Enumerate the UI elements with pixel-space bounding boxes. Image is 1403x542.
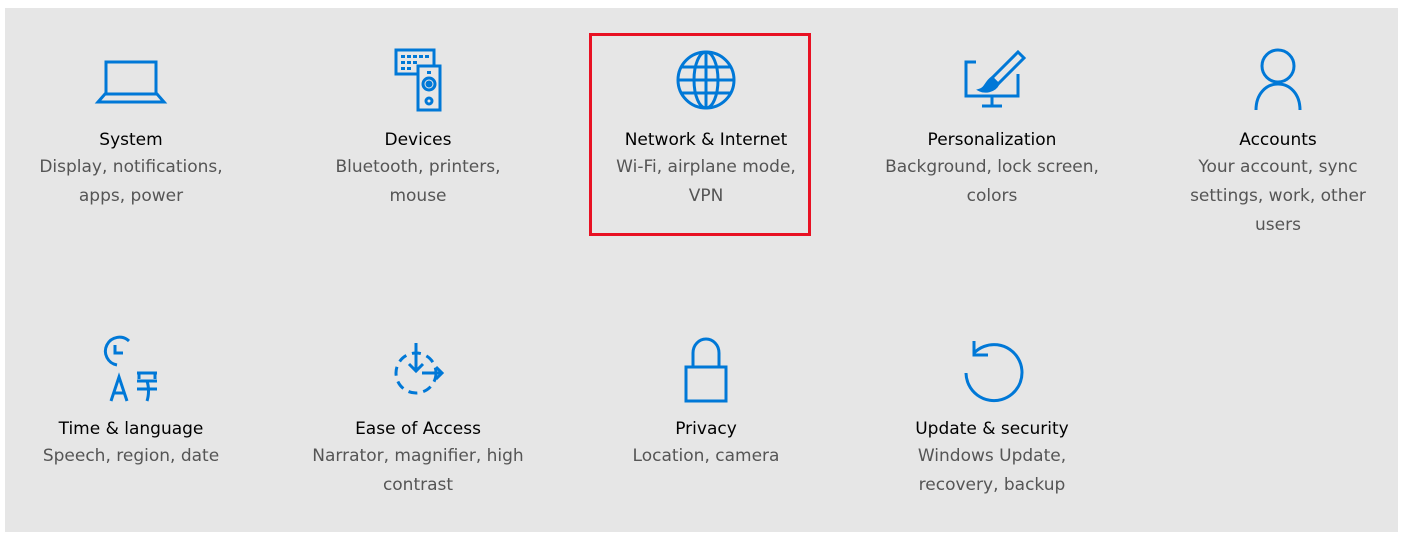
tile-title: Ease of Access [355, 419, 481, 439]
tile-description: Your account, sync settings, work, other… [1190, 157, 1366, 235]
tile-title: Network & Internet [624, 130, 788, 150]
paintbrush-monitor-icon [952, 40, 1032, 120]
settings-tile-system[interactable]: System Display, notifications, apps, pow… [18, 40, 244, 211]
tile-title: Time & language [58, 419, 204, 439]
person-icon [1238, 40, 1318, 120]
tile-title: Privacy [675, 419, 737, 439]
settings-tile-devices[interactable]: Devices Bluetooth, printers, mouse [305, 40, 531, 211]
tile-description: Windows Update, recovery, backup [917, 446, 1067, 495]
settings-tile-ease-of-access[interactable]: Ease of Access Narrator, magnifier, high… [305, 329, 531, 500]
tile-title: Devices [384, 130, 452, 150]
settings-tile-update-security[interactable]: Update & security Windows Update, recove… [879, 329, 1105, 500]
tile-description: Speech, region, date [42, 446, 220, 466]
ease-of-access-icon [378, 329, 458, 409]
tile-title: Accounts [1239, 130, 1317, 150]
tile-description: Display, notifications, apps, power [39, 157, 223, 206]
tile-description: Wi-Fi, airplane mode, VPN [616, 157, 796, 206]
keyboard-speaker-icon [378, 40, 458, 120]
laptop-icon [91, 40, 171, 120]
tile-title: Personalization [927, 130, 1057, 150]
tile-description: Location, camera [632, 446, 780, 466]
settings-tile-privacy[interactable]: Privacy Location, camera [593, 329, 819, 471]
tile-description: Narrator, magnifier, high contrast [312, 446, 524, 495]
refresh-icon [952, 329, 1032, 409]
tile-description: Background, lock screen, colors [885, 157, 1099, 206]
tile-title: Update & security [915, 419, 1069, 439]
tile-description: Bluetooth, printers, mouse [335, 157, 501, 206]
settings-tile-time-language[interactable]: Time & language Speech, region, date [18, 329, 244, 471]
globe-icon [666, 40, 746, 120]
settings-tile-network-internet[interactable]: Network & Internet Wi-Fi, airplane mode,… [593, 40, 819, 211]
clock-language-icon [91, 329, 171, 409]
settings-tile-personalization[interactable]: Personalization Background, lock screen,… [879, 40, 1105, 211]
tile-title: System [99, 130, 163, 150]
padlock-icon [666, 329, 746, 409]
settings-tile-accounts[interactable]: Accounts Your account, sync settings, wo… [1165, 40, 1391, 240]
